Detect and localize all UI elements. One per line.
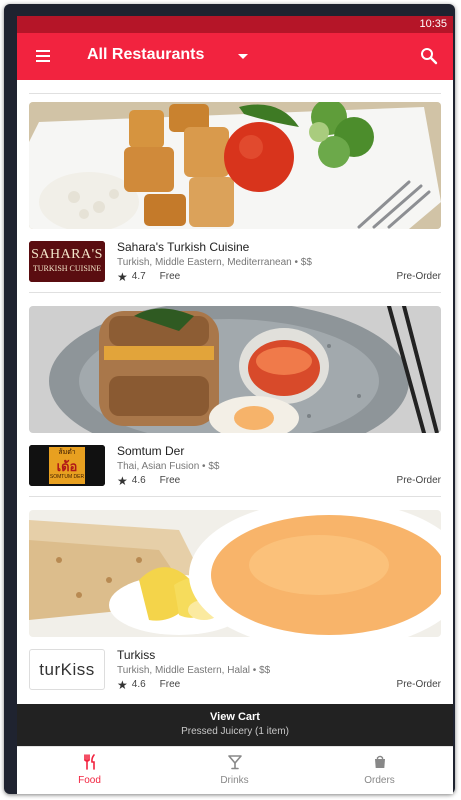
status-time: 10:35 bbox=[419, 18, 447, 30]
restaurant-photo bbox=[29, 510, 441, 637]
cart-subtitle: Pressed Juicery (1 item) bbox=[181, 726, 289, 737]
tab-label: Drinks bbox=[220, 775, 249, 786]
view-cart-button[interactable]: View Cart Pressed Juicery (1 item) bbox=[17, 704, 453, 746]
dropdown-caret-icon[interactable] bbox=[238, 54, 248, 59]
divider bbox=[29, 496, 441, 497]
bottom-tab-bar: Food Drinks Orders bbox=[17, 746, 453, 794]
restaurant-photo bbox=[29, 306, 441, 433]
tab-food[interactable]: Food bbox=[17, 747, 162, 794]
logo-text: SOMTUM DER bbox=[49, 474, 85, 480]
status-bar: 10:35 bbox=[17, 16, 453, 33]
logo-text: SAHARA'S bbox=[31, 247, 103, 262]
restaurant-filter-title[interactable]: All Restaurants bbox=[87, 46, 204, 64]
tab-orders[interactable]: Orders bbox=[307, 747, 452, 794]
tab-label: Orders bbox=[364, 775, 395, 786]
logo-text: TURKISH CUISINE bbox=[32, 264, 102, 273]
tab-drinks[interactable]: Drinks bbox=[162, 747, 307, 794]
delivery-fee: Free bbox=[159, 271, 181, 282]
restaurant-rating: 4.7 bbox=[131, 271, 146, 282]
restaurant-card[interactable]: SAHARA'S TURKISH CUISINE Sahara's Turkis… bbox=[29, 102, 441, 295]
restaurant-cuisine: Turkish, Middle Eastern, Halal • $$ bbox=[117, 665, 271, 676]
order-type-label: Pre-Order bbox=[396, 271, 441, 282]
shopping-bag-icon bbox=[374, 755, 385, 768]
divider bbox=[29, 292, 441, 293]
restaurant-logo: SAHARA'S TURKISH CUISINE bbox=[29, 241, 105, 282]
tab-label: Food bbox=[78, 775, 101, 786]
restaurant-card[interactable]: ส้มตำ เด้อ SOMTUM DER Somtum Der Thai, A… bbox=[29, 306, 441, 499]
restaurant-rating: 4.6 bbox=[131, 475, 146, 486]
order-type-label: Pre-Order bbox=[396, 679, 441, 690]
restaurant-cuisine: Thai, Asian Fusion • $$ bbox=[117, 461, 220, 472]
delivery-fee: Free bbox=[159, 679, 181, 690]
cart-title: View Cart bbox=[210, 711, 260, 723]
menu-icon[interactable] bbox=[33, 46, 55, 66]
app-bar: All Restaurants bbox=[17, 33, 453, 80]
star-icon: ★ bbox=[117, 677, 128, 692]
restaurant-logo: turKiss bbox=[29, 649, 105, 690]
restaurant-card[interactable]: turKiss Turkiss Turkish, Middle Eastern,… bbox=[29, 510, 441, 703]
restaurant-rating: 4.6 bbox=[131, 679, 146, 690]
restaurant-meta: ★ 4.6 Free bbox=[117, 473, 181, 488]
restaurant-photo bbox=[29, 102, 441, 229]
restaurant-logo: ส้มตำ เด้อ SOMTUM DER bbox=[29, 445, 105, 486]
cocktail-glass-icon bbox=[227, 755, 242, 770]
restaurant-name: Somtum Der bbox=[117, 444, 185, 458]
restaurant-cuisine: Turkish, Middle Eastern, Mediterranean •… bbox=[117, 257, 312, 268]
fork-knife-icon bbox=[83, 754, 95, 770]
search-icon[interactable] bbox=[419, 46, 439, 66]
device-frame: 10:35 All Restaurants SAHARA'S TURKISH C… bbox=[4, 4, 455, 794]
restaurant-meta: ★ 4.7 Free bbox=[117, 269, 181, 284]
restaurant-list[interactable]: SAHARA'S TURKISH CUISINE Sahara's Turkis… bbox=[17, 80, 453, 704]
logo-text: turKiss bbox=[39, 660, 95, 679]
divider bbox=[29, 93, 441, 94]
app-screen: 10:35 All Restaurants SAHARA'S TURKISH C… bbox=[17, 16, 453, 794]
restaurant-name: Sahara's Turkish Cuisine bbox=[117, 240, 250, 254]
star-icon: ★ bbox=[117, 473, 128, 488]
restaurant-name: Turkiss bbox=[117, 648, 156, 662]
restaurant-meta: ★ 4.6 Free bbox=[117, 677, 181, 692]
star-icon: ★ bbox=[117, 269, 128, 284]
order-type-label: Pre-Order bbox=[396, 475, 441, 486]
delivery-fee: Free bbox=[159, 475, 181, 486]
